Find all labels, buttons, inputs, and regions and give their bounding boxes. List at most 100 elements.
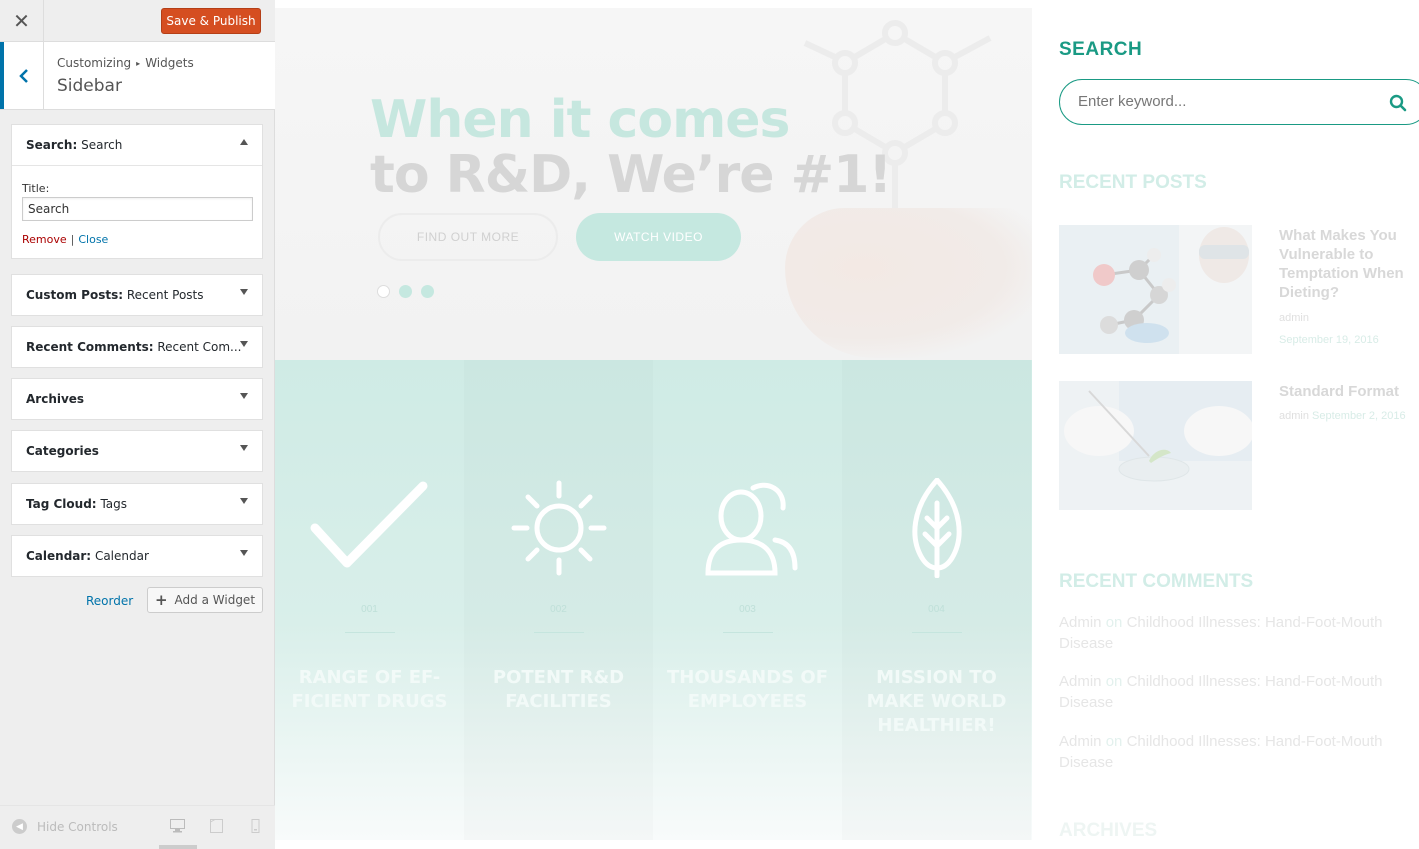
site-preview: When it comes to R&D, We’re #1! FIND OUT… — [275, 0, 1419, 849]
comment-item: Admin on Childhood Illnesses: Hand-Foot-… — [1059, 731, 1419, 773]
add-widget-button[interactable]: + Add a Widget — [147, 587, 263, 613]
desktop-preview-icon[interactable] — [170, 819, 185, 833]
expand-arrow-icon[interactable] — [240, 550, 248, 556]
expand-arrow-icon[interactable] — [240, 393, 248, 399]
collapse-arrow-icon[interactable] — [240, 139, 248, 145]
widget-custom-posts[interactable]: Custom Posts: Recent Posts — [11, 274, 263, 316]
widget-search-header[interactable]: Search: Search — [12, 125, 262, 165]
hide-controls-label: Hide Controls — [37, 819, 118, 834]
breadcrumb-parent: Customizing — [57, 56, 132, 70]
post-author[interactable]: admin — [1279, 410, 1309, 422]
feature-column: 001 RANGE OF EF- FICIENT DRUGS — [275, 360, 464, 840]
widget-name: Calendar — [94, 549, 149, 563]
link-separator: | — [70, 233, 75, 246]
post-date[interactable]: September 2, 2016 — [1312, 410, 1406, 422]
feature-column: 003 THOUSANDS OF EMPLOYEES — [653, 360, 842, 840]
widget-type: Custom Posts: — [26, 288, 124, 302]
slider-dot[interactable] — [399, 285, 412, 298]
widget-name: Recent Com... — [157, 340, 242, 354]
expand-arrow-icon[interactable] — [240, 445, 248, 451]
chevron-left-icon — [18, 68, 28, 83]
widget-header[interactable]: Archives — [12, 379, 262, 419]
widget-title-input[interactable] — [22, 197, 253, 221]
remove-widget-link[interactable]: Remove — [22, 233, 67, 246]
widget-header[interactable]: Custom Posts: Recent Posts — [12, 275, 262, 315]
feature-number: 003 — [739, 604, 756, 615]
molecule-model-image — [1059, 225, 1252, 354]
active-device-indicator — [159, 845, 197, 849]
widget-header[interactable]: Categories — [12, 431, 262, 471]
search-input[interactable] — [1078, 93, 1368, 110]
widget-recent-comments[interactable]: Recent Comments: Recent Com... — [11, 326, 263, 368]
close-widget-link[interactable]: Close — [78, 233, 108, 246]
widget-header[interactable]: Recent Comments: Recent Com... — [12, 327, 262, 367]
comment-on: on — [1105, 614, 1123, 631]
close-customizer-button[interactable]: ✕ — [0, 0, 44, 42]
feature-number: 002 — [550, 604, 567, 615]
feature-divider — [345, 632, 395, 633]
expand-arrow-icon[interactable] — [240, 498, 248, 504]
title-label: Title: — [22, 182, 50, 195]
feature-title: MISSION TO MAKE WORLD HEALTHIER! — [866, 667, 1007, 736]
breadcrumb: Customizing ▸ Widgets — [57, 56, 194, 70]
post-title-link[interactable]: Standard Format — [1279, 382, 1419, 401]
post-date[interactable]: September 19, 2016 — [1279, 334, 1379, 346]
customizer-footer: ◀ Hide Controls — [0, 805, 275, 849]
widget-header[interactable]: Tag Cloud: Tags — [12, 484, 262, 524]
widget-categories[interactable]: Categories — [11, 430, 263, 472]
back-button[interactable] — [0, 42, 44, 109]
widget-name: Search — [81, 138, 123, 152]
feature-divider — [912, 632, 962, 633]
search-widget-title: SEARCH — [1059, 39, 1143, 60]
widget-type: Search: — [26, 138, 78, 152]
section-title: Sidebar — [57, 76, 122, 96]
reorder-link[interactable]: Reorder — [86, 594, 133, 608]
expand-arrow-icon[interactable] — [240, 289, 248, 295]
comment-item: Admin on Childhood Illnesses: Hand-Foot-… — [1059, 612, 1419, 654]
comment-author[interactable]: Admin — [1059, 614, 1102, 631]
widget-type: Archives — [26, 392, 85, 406]
lab-plant-image — [1059, 381, 1252, 510]
recent-posts-title: RECENT POSTS — [1059, 172, 1207, 193]
customizer-panel: ✕ Save & Publish Customizing ▸ Widgets Sid… — [0, 0, 275, 849]
hand-image — [785, 208, 1032, 358]
post-thumbnail[interactable] — [1059, 225, 1252, 354]
post-thumbnail[interactable] — [1059, 381, 1252, 510]
search-icon[interactable] — [1389, 94, 1407, 112]
hero-headline-line2: to R&D, We’re #1! — [370, 145, 892, 205]
widget-calendar[interactable]: Calendar: Calendar — [11, 535, 263, 577]
hide-controls-button[interactable]: ◀ Hide Controls — [12, 819, 118, 834]
expand-arrow-icon[interactable] — [240, 341, 248, 347]
breadcrumb-child: Widgets — [145, 56, 194, 70]
plus-icon: + — [154, 591, 168, 609]
comment-author[interactable]: Admin — [1059, 733, 1102, 750]
search-box — [1059, 79, 1419, 125]
tablet-preview-icon[interactable] — [209, 819, 224, 833]
slider-dot[interactable] — [421, 285, 434, 298]
mobile-preview-icon[interactable] — [248, 819, 263, 833]
feature-title: POTENT R&D FACILITIES — [492, 667, 625, 712]
widget-header[interactable]: Calendar: Calendar — [12, 536, 262, 576]
find-out-more-button[interactable]: FIND OUT MORE — [378, 213, 558, 261]
widget-archives[interactable]: Archives — [11, 378, 263, 420]
feature-column: 002 POTENT R&D FACILITIES — [464, 360, 653, 840]
slider-dot[interactable] — [377, 285, 390, 298]
comment-on: on — [1105, 673, 1123, 690]
widget-tag-cloud[interactable]: Tag Cloud: Tags — [11, 483, 263, 525]
customizer-header: ✕ Save & Publish — [0, 0, 275, 42]
watch-video-button[interactable]: WATCH VIDEO — [576, 213, 741, 261]
post-title-link[interactable]: What Makes You Vulnerable to Temptation … — [1279, 226, 1419, 302]
widget-type: Calendar: — [26, 549, 92, 563]
comment-author[interactable]: Admin — [1059, 673, 1102, 690]
breadcrumb-separator: ▸ — [136, 59, 141, 68]
hero-headline-line1: When it comes — [370, 90, 791, 150]
feature-divider — [534, 632, 584, 633]
people-icon — [705, 482, 798, 576]
post-meta: admin September 2, 2016 — [1279, 410, 1406, 422]
comment-on: on — [1105, 733, 1123, 750]
post-author[interactable]: admin — [1279, 312, 1309, 324]
feature-title: RANGE OF EF- FICIENT DRUGS — [291, 667, 448, 712]
save-publish-button[interactable]: Save & Publish — [161, 8, 261, 34]
collapse-icon: ◀ — [12, 819, 27, 834]
feature-title: THOUSANDS OF EMPLOYEES — [667, 667, 828, 712]
